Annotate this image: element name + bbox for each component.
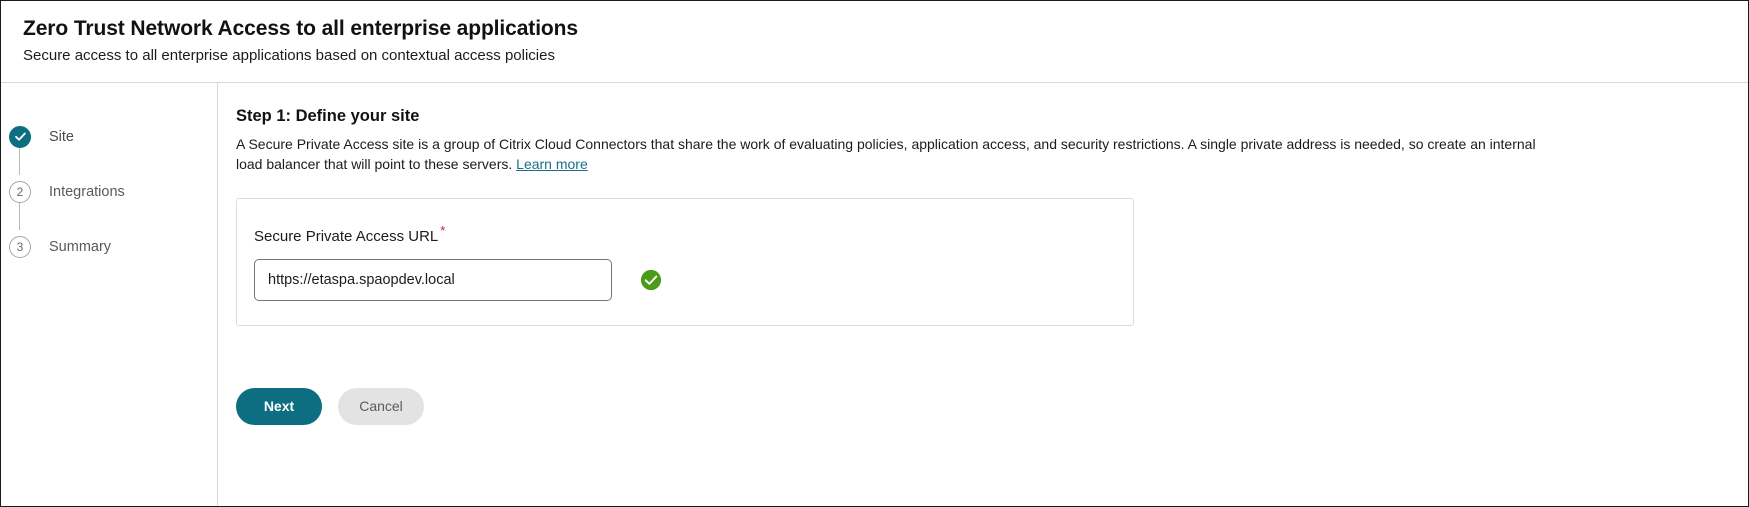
next-button[interactable]: Next bbox=[236, 388, 322, 425]
stepper-item-site[interactable]: Site bbox=[1, 109, 217, 164]
required-asterisk: * bbox=[440, 223, 445, 238]
site-url-form-card: Secure Private Access URL* bbox=[236, 198, 1134, 326]
url-field-row bbox=[254, 259, 1133, 301]
step-heading: Step 1: Define your site bbox=[236, 105, 1740, 127]
stepper-label-summary: Summary bbox=[49, 237, 111, 257]
step-marker-summary: 3 bbox=[9, 236, 31, 258]
cancel-button[interactable]: Cancel bbox=[338, 388, 424, 425]
stepper-item-integrations[interactable]: 2 Integrations bbox=[1, 164, 217, 219]
step-marker-site bbox=[9, 126, 31, 148]
check-icon bbox=[14, 130, 27, 143]
wizard-stepper: Site 2 Integrations 3 Summary bbox=[1, 83, 218, 507]
body-container: Site 2 Integrations 3 Summary Step 1: De… bbox=[1, 83, 1748, 507]
zero-trust-site-wizard: Zero Trust Network Access to all enterpr… bbox=[0, 0, 1749, 507]
stepper-item-summary[interactable]: 3 Summary bbox=[1, 219, 217, 274]
url-field-label-text: Secure Private Access URL bbox=[254, 228, 438, 245]
main-panel: Step 1: Define your site A Secure Privat… bbox=[218, 83, 1748, 507]
stepper-label-site: Site bbox=[49, 127, 74, 147]
url-field-label: Secure Private Access URL* bbox=[254, 221, 1133, 247]
step-description: A Secure Private Access site is a group … bbox=[236, 135, 1564, 174]
page-title: Zero Trust Network Access to all enterpr… bbox=[23, 15, 1748, 43]
step-number-3: 3 bbox=[17, 241, 24, 253]
page-header: Zero Trust Network Access to all enterpr… bbox=[1, 1, 1748, 83]
secure-private-access-url-input[interactable] bbox=[254, 259, 612, 301]
step-description-text: A Secure Private Access site is a group … bbox=[236, 136, 1536, 172]
check-circle-icon bbox=[640, 269, 662, 291]
step-marker-integrations: 2 bbox=[9, 181, 31, 203]
wizard-actions: Next Cancel bbox=[236, 388, 1740, 425]
step-number-2: 2 bbox=[17, 186, 24, 198]
page-subtitle: Secure access to all enterprise applicat… bbox=[23, 45, 1748, 67]
stepper-label-integrations: Integrations bbox=[49, 182, 125, 202]
learn-more-link[interactable]: Learn more bbox=[516, 156, 588, 172]
